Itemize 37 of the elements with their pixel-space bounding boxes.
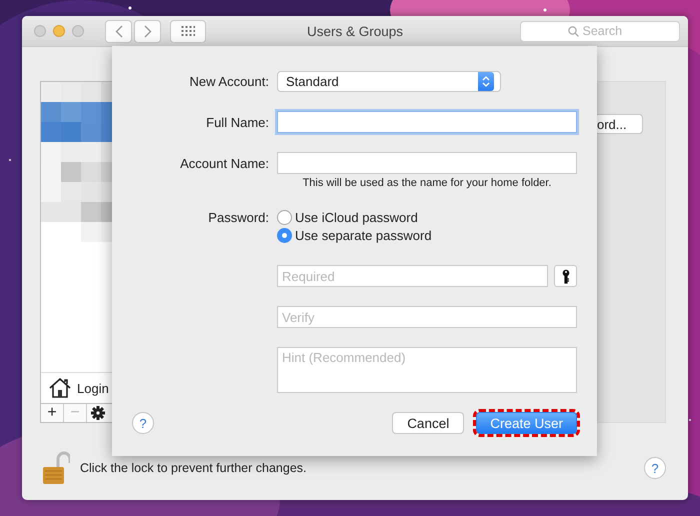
field-label: Password:	[207, 210, 269, 225]
add-button[interactable]: +	[41, 404, 64, 422]
lock-message: Click the lock to prevent further changes.	[80, 461, 307, 475]
radio-option[interactable]: Use separate password	[277, 228, 577, 243]
forward-button[interactable]	[134, 20, 161, 42]
password-button[interactable]: ord...	[594, 114, 643, 134]
minimize-button[interactable]	[53, 25, 65, 37]
search-icon	[568, 26, 578, 36]
cancel-button[interactable]: Cancel	[392, 412, 464, 434]
grid-icon	[181, 26, 195, 36]
key-button[interactable]	[554, 265, 577, 287]
open-padlock-icon[interactable]	[42, 451, 70, 485]
field-label: Account Name:	[179, 156, 269, 170]
radio-option[interactable]: Use iCloud password	[277, 210, 577, 225]
key-icon	[562, 268, 570, 284]
field-label: New Account:	[188, 74, 269, 89]
house-icon	[49, 378, 71, 398]
chevron-right-icon	[144, 24, 152, 38]
full-name-field[interactable]	[277, 111, 577, 133]
password-field[interactable]: Required	[277, 265, 548, 287]
back-button[interactable]	[105, 20, 132, 42]
help-button[interactable]: ?	[644, 457, 666, 479]
close-button[interactable]	[34, 25, 46, 37]
search-field[interactable]: Search	[582, 24, 632, 38]
show-all-button[interactable]	[170, 20, 206, 42]
hint-field[interactable]: Hint (Recommended)	[277, 347, 577, 393]
hint-text: This will be used as the name for your home folder.	[302, 177, 552, 189]
up-down-arrows-icon	[482, 76, 490, 87]
list-item-label: Login	[77, 380, 109, 396]
account-type-popup[interactable]: Standard	[277, 71, 501, 92]
account-name-field[interactable]	[277, 152, 577, 174]
help-button[interactable]: ?	[132, 412, 154, 434]
field-label: Full Name:	[205, 114, 269, 130]
window-title: Users & Groups	[306, 24, 404, 38]
zoom-button[interactable]	[72, 25, 84, 37]
verify-field[interactable]: Verify	[277, 306, 577, 328]
chevron-left-icon	[114, 24, 122, 38]
